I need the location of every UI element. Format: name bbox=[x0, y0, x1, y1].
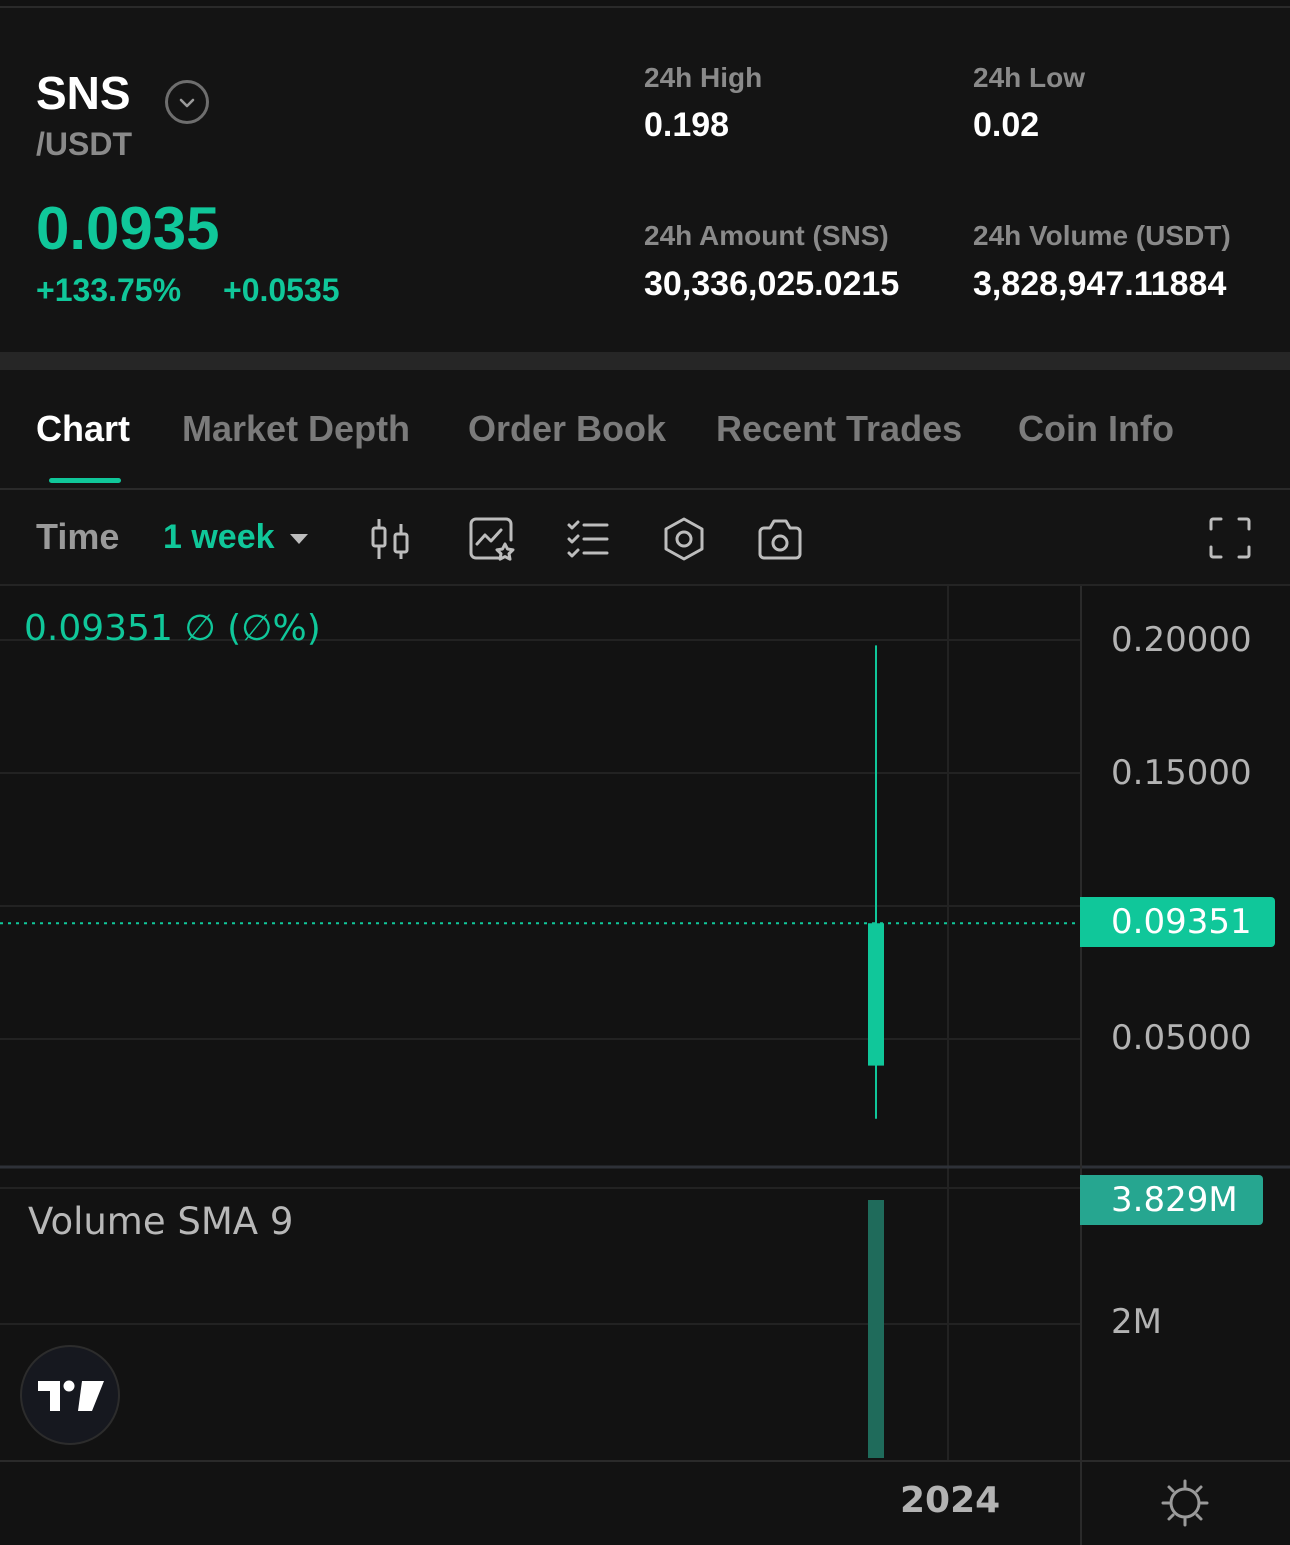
indicator-icon[interactable] bbox=[468, 516, 516, 562]
volume-bar bbox=[868, 1200, 884, 1458]
price-chart[interactable] bbox=[0, 586, 1290, 1545]
change-percent: +133.75% bbox=[36, 272, 182, 308]
interval-selector[interactable]: 1 week bbox=[163, 518, 275, 557]
base-symbol: SNS bbox=[36, 67, 131, 119]
candle-body bbox=[868, 923, 884, 1066]
active-tab-indicator bbox=[49, 478, 121, 483]
chart-legend: 0.09351 ∅ (∅%) bbox=[24, 608, 321, 649]
tab-recent-trades[interactable]: Recent Trades bbox=[716, 408, 962, 450]
tradingview-logo-icon bbox=[38, 1380, 104, 1411]
candlestick-icon[interactable] bbox=[368, 516, 412, 562]
low-value: 0.02 bbox=[973, 106, 1040, 144]
volume-value: 3,828,947.11884 bbox=[973, 265, 1227, 303]
price-axis-label: 0.20000 bbox=[1111, 620, 1252, 660]
tab-coin-info[interactable]: Coin Info bbox=[1018, 408, 1174, 450]
price-axis-label: 0.15000 bbox=[1111, 753, 1252, 793]
volume-last-tag: 3.829M bbox=[1080, 1175, 1263, 1225]
low-label: 24h Low bbox=[973, 62, 1086, 93]
volume-legend: Volume SMA 9 bbox=[28, 1200, 294, 1243]
high-label: 24h High bbox=[644, 62, 763, 93]
volume-label: 24h Volume (USDT) bbox=[973, 220, 1231, 251]
pair-dropdown-button[interactable] bbox=[165, 80, 209, 124]
camera-icon[interactable] bbox=[756, 516, 804, 562]
volume-axis-label: 2M bbox=[1111, 1302, 1162, 1342]
price-axis-label: 0.05000 bbox=[1111, 1018, 1252, 1058]
tab-order-book[interactable]: Order Book bbox=[468, 408, 666, 450]
last-price-tag: 0.09351 bbox=[1080, 897, 1275, 947]
pair-header: SNS /USDT 0.0935 +133.75% +0.0535 24h Hi… bbox=[0, 8, 1290, 352]
tab-bar: Chart Market Depth Order Book Recent Tra… bbox=[0, 370, 1290, 488]
settings-icon[interactable] bbox=[662, 516, 706, 562]
fullscreen-icon[interactable] bbox=[1208, 516, 1252, 560]
tab-chart[interactable]: Chart bbox=[36, 408, 130, 450]
last-price: 0.0935 bbox=[36, 195, 220, 262]
high-value: 0.198 bbox=[644, 106, 730, 144]
tradingview-logo[interactable] bbox=[20, 1345, 120, 1445]
quote-symbol: /USDT bbox=[36, 126, 132, 162]
tab-market-depth[interactable]: Market Depth bbox=[182, 408, 410, 450]
chart-toolbar: Time 1 week bbox=[0, 490, 1290, 584]
time-label: Time bbox=[36, 516, 120, 557]
change-absolute: +0.0535 bbox=[223, 272, 340, 308]
checklist-icon[interactable] bbox=[566, 516, 610, 562]
chart-settings-icon[interactable] bbox=[1160, 1478, 1210, 1528]
chevron-down-icon bbox=[179, 98, 195, 108]
amount-value: 30,336,025.0215 bbox=[644, 265, 900, 303]
time-axis-label: 2024 bbox=[900, 1480, 1001, 1521]
amount-label: 24h Amount (SNS) bbox=[644, 220, 889, 251]
caret-down-icon[interactable] bbox=[290, 534, 308, 544]
